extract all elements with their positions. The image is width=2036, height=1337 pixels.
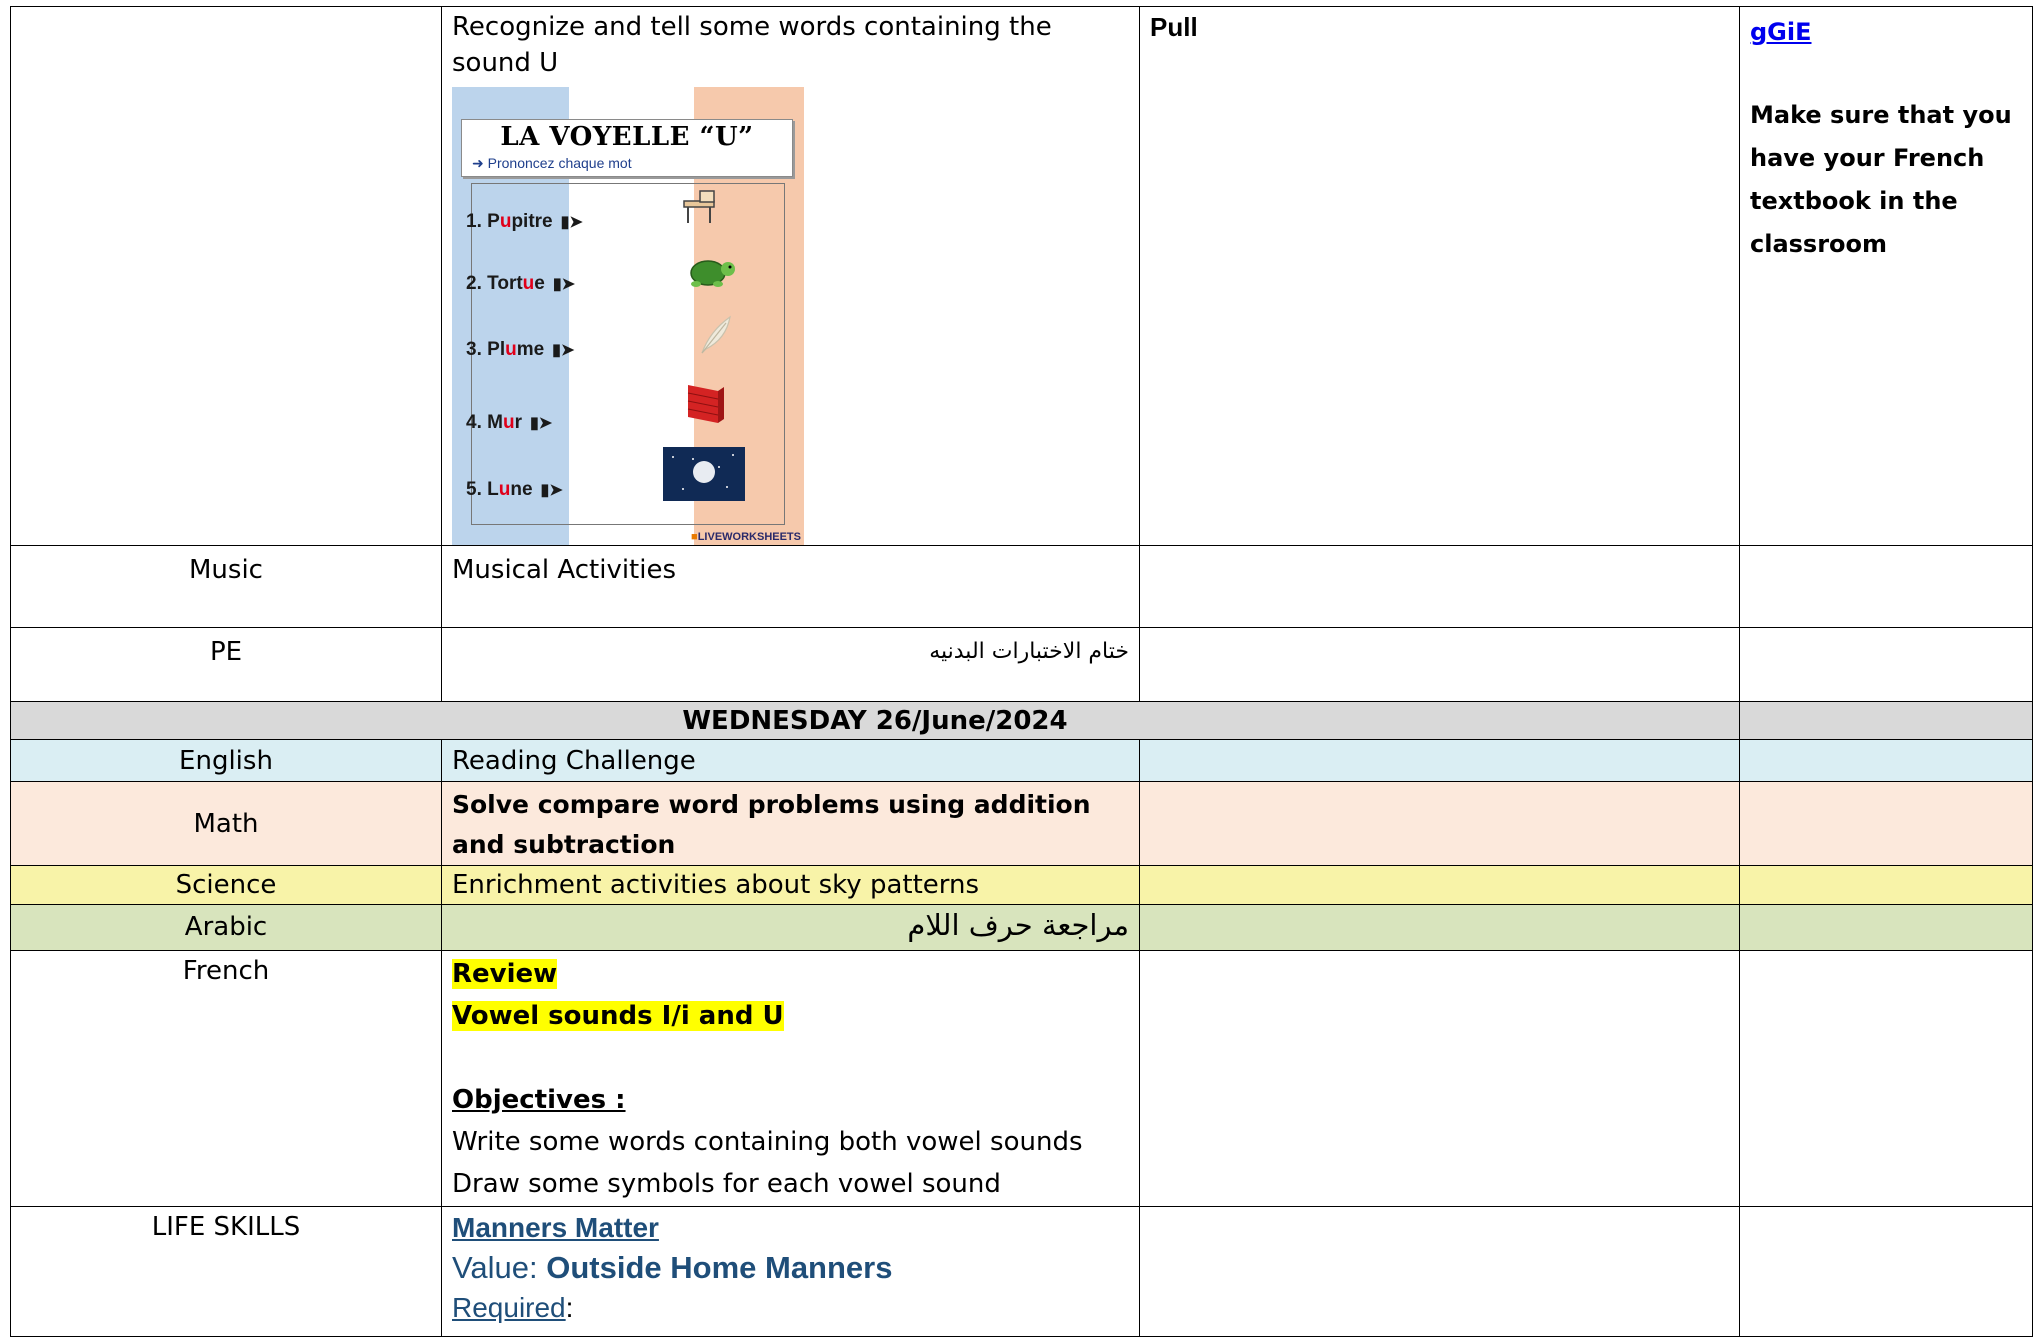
lesson-cell: Musical Activities bbox=[441, 545, 1140, 628]
notes-cell bbox=[1739, 950, 2033, 1207]
objective-2: Draw some symbols for each vowel sound bbox=[452, 1169, 1001, 1199]
notes-cell bbox=[1739, 545, 2033, 628]
notes-cell bbox=[1739, 627, 2033, 702]
subject-cell: LIFE SKILLS bbox=[10, 1206, 442, 1337]
notes-cell: gGiE Make sure that you have your French… bbox=[1739, 6, 2033, 546]
method-cell bbox=[1139, 781, 1740, 866]
lesson-cell: Solve compare word problems using additi… bbox=[441, 781, 1140, 866]
resource-link[interactable]: gGiE bbox=[1750, 18, 1812, 46]
notes-cell bbox=[1739, 1206, 2033, 1337]
desk-icon bbox=[683, 190, 715, 223]
life-skills-required: Required: bbox=[452, 1292, 574, 1323]
notes-cell bbox=[1739, 739, 2033, 782]
table-row-pe: PE ختام الاختبارات البدنيه bbox=[10, 627, 2033, 702]
table-row-math: Math Solve compare word problems using a… bbox=[10, 781, 2033, 866]
method-cell bbox=[1139, 739, 1740, 782]
objectives-label: Objectives : bbox=[452, 1085, 626, 1115]
notes-cell bbox=[1739, 781, 2033, 866]
speaker-icon[interactable]: ▮➤ bbox=[561, 214, 583, 231]
method-cell bbox=[1139, 545, 1740, 628]
worksheet-subtitle: ➜ Prononcez chaque mot bbox=[472, 155, 632, 171]
lesson-cell: Enrichment activities about sky patterns bbox=[441, 865, 1140, 905]
notes-cell bbox=[1739, 904, 2033, 951]
feather-icon bbox=[701, 315, 731, 354]
life-skills-value: Value: Outside Home Manners bbox=[452, 1250, 893, 1285]
subject-cell-empty bbox=[10, 6, 442, 546]
lesson-cell: مراجعة حرف اللام bbox=[441, 904, 1140, 951]
table-row-english: English Reading Challenge bbox=[10, 739, 2033, 782]
method-cell bbox=[1139, 627, 1740, 702]
subject-cell: PE bbox=[10, 627, 442, 702]
life-skills-title: Manners Matter bbox=[452, 1212, 659, 1243]
worksheet-word-1: 1. Pupitre ▮➤ bbox=[466, 211, 583, 232]
worksheet-credit: ■LIVEWORKSHEETS bbox=[691, 531, 801, 543]
method-text: Pull bbox=[1150, 12, 1198, 42]
worksheet-word-2: 2. Tortue ▮➤ bbox=[466, 273, 576, 294]
moon-icon bbox=[663, 447, 745, 501]
subject-cell: English bbox=[10, 739, 442, 782]
table-row-life-skills: LIFE SKILLS Manners Matter Value: Outsid… bbox=[10, 1206, 2033, 1337]
liveworksheets-logo-icon: ■ bbox=[691, 531, 698, 543]
notes-cell bbox=[1739, 701, 2033, 740]
worksheet-title-box: LA VOYELLE “U” ➜ Prononcez chaque mot bbox=[461, 119, 793, 177]
method-cell: Pull bbox=[1139, 6, 1740, 546]
subject-cell: Math bbox=[10, 781, 442, 866]
table-row-music: Music Musical Activities bbox=[10, 545, 2033, 628]
turtle-icon bbox=[690, 260, 735, 287]
subject-cell: Science bbox=[10, 865, 442, 905]
table-row-science: Science Enrichment activities about sky … bbox=[10, 865, 2033, 905]
date-header-cell: WEDNESDAY 26/June/2024 bbox=[10, 701, 1740, 740]
method-cell bbox=[1139, 904, 1740, 951]
arrow-right-icon: ➜ bbox=[472, 155, 484, 171]
speaker-icon[interactable]: ▮➤ bbox=[541, 482, 563, 499]
subject-cell: Arabic bbox=[10, 904, 442, 951]
textbook-note: Make sure that you have your French text… bbox=[1750, 101, 2012, 258]
subject-cell: French bbox=[10, 950, 442, 1207]
lesson-cell: Review Vowel sounds I/i and U Objectives… bbox=[441, 950, 1140, 1207]
weekly-plan-table: Recognize and tell some words containing… bbox=[10, 6, 2033, 1337]
worksheet-word-4: 4. Mur ▮➤ bbox=[466, 412, 553, 433]
wall-icon bbox=[687, 385, 724, 423]
objective-text: Recognize and tell some words containing… bbox=[452, 12, 1052, 78]
lesson-cell: Recognize and tell some words containing… bbox=[441, 6, 1140, 546]
speaker-icon[interactable]: ▮➤ bbox=[552, 342, 574, 359]
review-label: Review bbox=[452, 959, 558, 989]
notes-cell bbox=[1739, 865, 2033, 905]
speaker-icon[interactable]: ▮➤ bbox=[553, 276, 575, 293]
worksheet-image: LA VOYELLE “U” ➜ Prononcez chaque mot 1.… bbox=[452, 87, 804, 545]
subject-cell: Music bbox=[10, 545, 442, 628]
table-row-date-header: WEDNESDAY 26/June/2024 bbox=[10, 701, 2033, 740]
lesson-cell: Manners Matter Value: Outside Home Manne… bbox=[441, 1206, 1140, 1337]
table-row-french-previous: Recognize and tell some words containing… bbox=[10, 6, 2033, 546]
lesson-cell: ختام الاختبارات البدنيه bbox=[441, 627, 1140, 702]
objective-1: Write some words containing both vowel s… bbox=[452, 1127, 1083, 1157]
worksheet-word-3: 3. Plume ▮➤ bbox=[466, 339, 575, 360]
worksheet-word-5: 5. Lune ▮➤ bbox=[466, 479, 563, 500]
speaker-icon[interactable]: ▮➤ bbox=[530, 415, 552, 432]
method-cell bbox=[1139, 865, 1740, 905]
method-cell bbox=[1139, 1206, 1740, 1337]
worksheet-title: LA VOYELLE “U” bbox=[500, 122, 754, 152]
topic-label: Vowel sounds I/i and U bbox=[452, 1001, 784, 1031]
table-row-french: French Review Vowel sounds I/i and U Obj… bbox=[10, 950, 2033, 1207]
method-cell bbox=[1139, 950, 1740, 1207]
table-row-arabic: Arabic مراجعة حرف اللام bbox=[10, 904, 2033, 951]
lesson-cell: Reading Challenge bbox=[441, 739, 1140, 782]
